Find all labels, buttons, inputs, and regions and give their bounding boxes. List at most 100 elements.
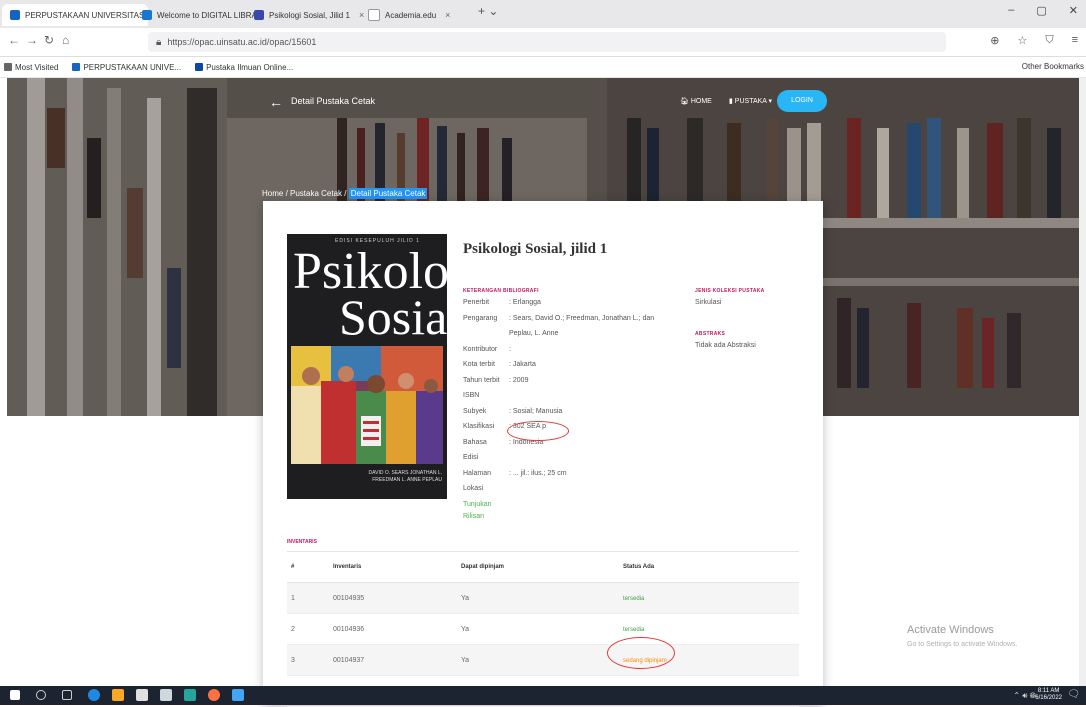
metadata-row: Bahasa: Indonesia <box>463 439 669 446</box>
metadata-key: Subyek <box>463 407 487 415</box>
metadata-key: Lokasi <box>463 485 484 492</box>
metadata-row: Edisi <box>463 454 669 461</box>
back-icon[interactable]: ← <box>8 33 20 47</box>
metadata-key: Bahasa <box>463 438 487 446</box>
site-favicon-icon <box>10 10 20 20</box>
cell-inventaris: 00104937 <box>332 644 460 676</box>
file-explorer-icon[interactable] <box>112 689 124 701</box>
metadata-value: Peplau, L. Anne <box>509 330 559 337</box>
bookmark-label: Most Visited <box>15 62 59 72</box>
cell-status: tersedia <box>622 582 799 614</box>
section-jenis-koleksi: JENIS KOLEKSI PUSTAKA <box>695 288 765 294</box>
windows-start-icon[interactable] <box>10 690 20 700</box>
photos-icon[interactable] <box>232 689 244 701</box>
site-favicon-icon <box>368 9 380 21</box>
metadata-key: ISBN <box>463 392 480 399</box>
metadata-key <box>463 330 509 337</box>
lock-icon: 🔒︎ <box>156 36 162 48</box>
minimize-icon[interactable]: – <box>1008 4 1014 17</box>
bookmark-pustaka-ilmuan[interactable]: Pustaka Ilmuan Online... <box>195 63 293 72</box>
cell-no-text: 2 <box>291 625 295 633</box>
cell-dapat-dipinjam: Ya <box>460 644 622 676</box>
system-tray-icons[interactable]: ⌃ 🔊︎ 🌐︎ <box>1013 691 1036 701</box>
cell-no-text: 1 <box>291 594 295 602</box>
metadata-value <box>509 454 669 461</box>
metadata-value: : Sears, David O.; Freedman, Jonathan L.… <box>509 314 655 322</box>
tab-psikologi-sosial[interactable]: Psikologi Sosial, Jilid 1 × <box>246 4 374 26</box>
breadcrumb-pustaka[interactable]: Pustaka Cetak <box>290 189 342 198</box>
link-rilisan[interactable]: Rilisan <box>463 513 484 520</box>
toolbar-right: ⊕ ☆ ⛉ ≡ <box>990 34 1078 47</box>
url-text: https://opac.uinsatu.ac.id/opac/15601 <box>167 37 317 47</box>
breadcrumb-current: Detail Pustaka Cetak <box>348 188 428 199</box>
breadcrumb: Home / Pustaka Cetak / Detail Pustaka Ce… <box>262 188 428 199</box>
site-favicon-icon <box>195 63 204 71</box>
cell-no-text: 3 <box>291 656 295 664</box>
cell-inventaris-text: 00104935 <box>333 594 365 602</box>
cell-inventaris: 00104935 <box>332 582 460 614</box>
address-bar[interactable]: 🔒︎ https://opac.uinsatu.ac.id/opac/15601 <box>148 32 946 52</box>
activate-windows-subtitle: Go to Settings to activate Windows. <box>907 641 1018 648</box>
forward-icon[interactable]: → <box>26 33 38 47</box>
mail-icon[interactable] <box>160 689 172 701</box>
zoom-icon[interactable]: ⊕ <box>990 34 999 47</box>
clock-date: 6/16/2022 <box>1035 695 1062 701</box>
app-icon[interactable] <box>184 689 196 701</box>
col-header-no: # <box>287 551 332 583</box>
metadata-key: Edisi <box>463 454 479 461</box>
tab-academia[interactable]: Academia.edu × <box>360 4 486 26</box>
cell-dapat-dipinjam: Ya <box>460 582 622 614</box>
bookmark-most-visited[interactable]: Most Visited <box>4 63 58 72</box>
breadcrumb-home[interactable]: Home <box>262 189 283 198</box>
bookmark-perpustakaan[interactable]: PERPUSTAKAAN UNIVE... <box>72 63 181 72</box>
firefox-icon[interactable] <box>208 689 220 701</box>
close-icon[interactable]: × <box>445 10 450 20</box>
tab-label: PERPUSTAKAAN UNIVERSITAS PURBALIN <box>25 10 148 20</box>
edge-browser-icon[interactable] <box>88 689 100 701</box>
cover-title-line2: Sosial <box>339 289 447 345</box>
search-icon[interactable] <box>36 690 46 700</box>
col-header-status: Status Ada <box>622 551 799 583</box>
bookmark-label: PERPUSTAKAAN UNIVE... <box>83 62 182 72</box>
login-button[interactable]: LOGIN <box>777 90 827 112</box>
page-scrollbar[interactable] <box>1079 78 1086 686</box>
book-cover-image: EDISI KESEPULUH JILID 1 Psikologi Sosial… <box>287 234 447 499</box>
menu-icon[interactable]: ≡ <box>1072 34 1078 47</box>
taskbar-clock[interactable]: 8:11 AM 6/16/2022 <box>1035 688 1062 702</box>
other-bookmarks[interactable]: Other Bookmarks <box>1022 62 1084 71</box>
cell-inventaris-text: 00104937 <box>333 656 365 664</box>
notification-icon[interactable]: 🗨︎ <box>1067 689 1080 700</box>
page-title: Detail Pustaka Cetak <box>291 96 376 106</box>
reload-icon[interactable]: ↻ <box>44 33 54 47</box>
table-row: 2 00104936 Ya tersedia <box>287 613 799 645</box>
metadata-key: Halaman <box>463 469 492 477</box>
shield-icon[interactable]: ⛉ <box>1045 34 1053 47</box>
nav-pustaka-menu[interactable]: ▮ PUSTAKA ▾ <box>729 97 772 105</box>
metadata-key: Kota terbit <box>463 361 495 368</box>
home-icon[interactable]: ⌂ <box>62 33 69 47</box>
bookmarks-bar: Most Visited PERPUSTAKAAN UNIVE... Pusta… <box>0 57 1086 78</box>
cover-authors-text: DAVID O. SEARS JONATHAN L. FREEDMAN L. A… <box>368 470 442 483</box>
back-arrow-icon[interactable]: ← <box>269 94 283 110</box>
maximize-icon[interactable]: ▢ <box>1036 4 1046 17</box>
metadata-value: : Jakarta <box>509 361 536 368</box>
cell-no: 3 <box>287 644 332 676</box>
task-view-icon[interactable] <box>62 690 72 700</box>
nav-home-label: HOME <box>690 98 712 105</box>
cover-illustration <box>291 346 443 464</box>
window-controls: – ▢ ✕ <box>1008 4 1078 17</box>
tab-perpustakaan[interactable]: PERPUSTAKAAN UNIVERSITAS PURBALIN × <box>2 4 148 26</box>
close-window-icon[interactable]: ✕ <box>1069 4 1078 17</box>
link-tunjukan[interactable]: Tunjukan <box>463 501 492 508</box>
cell-dapat-dipinjam-text: Ya <box>461 656 470 664</box>
activate-windows-title: Activate Windows <box>907 624 994 636</box>
nav-home-link[interactable]: 🏠︎ HOME <box>680 97 712 105</box>
other-bookmarks-label: Other Bookmarks <box>1021 62 1084 71</box>
tab-digital-library[interactable]: Welcome to DIGITAL LIBRARY × <box>134 4 260 26</box>
site-favicon-icon <box>72 63 81 71</box>
bookmark-star-icon[interactable]: ☆ <box>1017 34 1027 47</box>
new-tab-plus-icon[interactable]: + ⌄ <box>478 4 498 18</box>
store-icon[interactable] <box>136 689 148 701</box>
cell-inventaris-text: 00104936 <box>333 625 365 633</box>
cell-dapat-dipinjam-text: Ya <box>461 594 470 602</box>
